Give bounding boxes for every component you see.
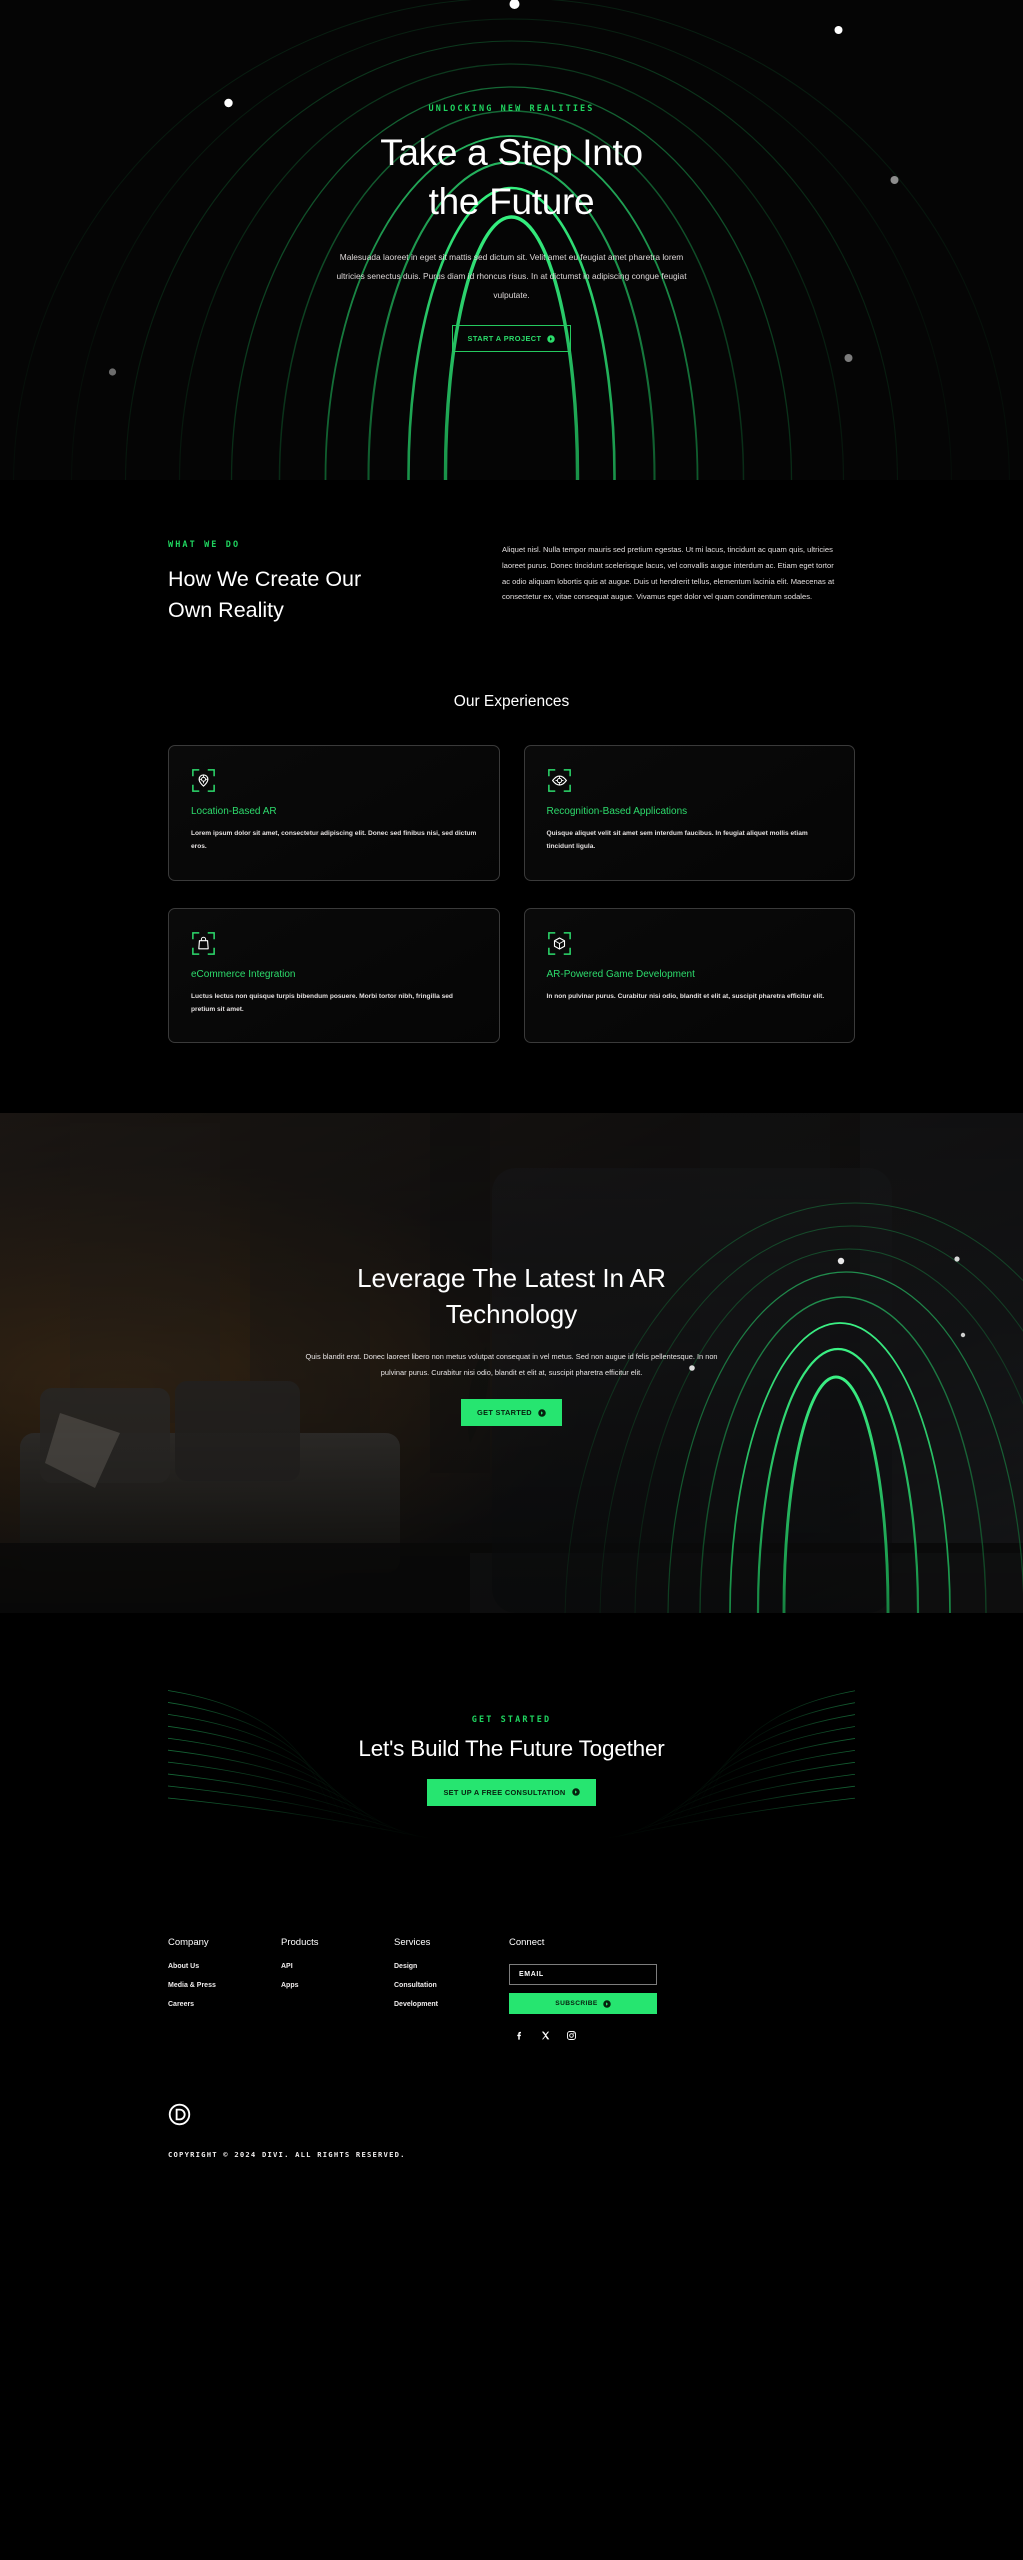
cta-eyebrow: GET STARTED: [471, 1714, 552, 1725]
copyright-text: COPYRIGHT © 2024 DIVI. ALL RIGHTS RESERV…: [168, 2150, 406, 2160]
subscribe-button[interactable]: SUBSCRIBE: [509, 1993, 657, 2015]
experience-card-desc: Lorem ipsum dolor sit amet, consectetur …: [191, 830, 477, 850]
arrow-circle-right-icon: [547, 334, 556, 343]
get-started-button[interactable]: GET STARTED: [461, 1399, 562, 1426]
arrow-circle-right-icon: [602, 2000, 611, 2008]
experience-card[interactable]: Location-Based AR Lorem ipsum dolor sit …: [168, 745, 500, 881]
footer-link-development[interactable]: Development: [394, 2001, 507, 2008]
cta-section: GET STARTED Let's Build The Future Toget…: [0, 1613, 1023, 1840]
experience-card[interactable]: Recognition-Based Applications Quisque a…: [523, 745, 855, 881]
footer-bottom: COPYRIGHT © 2024 DIVI. ALL RIGHTS RESERV…: [0, 2041, 1023, 2159]
ar-section-content: Leverage The Latest In AR Technology Qui…: [0, 1261, 1023, 1426]
social-links: [509, 2030, 659, 2041]
x-twitter-icon[interactable]: [540, 2030, 551, 2041]
experiences-grid: Location-Based AR Lorem ipsum dolor sit …: [168, 745, 855, 1044]
location-pin-scan-icon: [191, 768, 216, 793]
footer-column-title: Services: [394, 1937, 431, 1949]
experience-card-desc: In non pulvinar purus. Curabitur nisi od…: [546, 992, 825, 1000]
what-we-do-title-line1: How We Create Our: [168, 567, 362, 591]
what-we-do-section: WHAT WE DO How We Create Our Own Reality…: [0, 480, 1023, 625]
experience-card-desc: Quisque aliquet velit sit amet sem inter…: [546, 830, 808, 850]
subscribe-label: SUBSCRIBE: [555, 2000, 598, 2008]
what-we-do-title-line2: Own Reality: [168, 597, 284, 622]
instagram-icon[interactable]: [566, 2030, 577, 2041]
email-input[interactable]: [509, 1964, 657, 1986]
experience-card-title: eCommerce Integration: [191, 968, 296, 980]
hero-title-line1: Take a Step Into: [380, 132, 643, 173]
start-a-project-label: START A PROJECT: [467, 334, 542, 344]
arrow-circle-right-icon: [571, 1788, 580, 1797]
footer-column-title: Company: [168, 1937, 209, 1949]
set-up-free-consultation-button[interactable]: SET UP A FREE CONSULTATION: [427, 1778, 596, 1806]
footer-column-company: Company About Us Media & Press Careers: [168, 1937, 281, 2041]
shopping-bag-scan-icon: [191, 931, 216, 956]
hero-paragraph: Malesuada laoreet in eget sit mattis sed…: [336, 252, 687, 301]
hero-title: Take a Step Into the Future: [380, 128, 643, 226]
experience-card[interactable]: AR-Powered Game Development In non pulvi…: [523, 907, 855, 1044]
ar-section-title: Leverage The Latest In AR Technology: [302, 1261, 722, 1333]
cta-content: GET STARTED Let's Build The Future Toget…: [358, 1714, 665, 1806]
footer-column-title: Products: [281, 1937, 319, 1949]
what-we-do-left: WHAT WE DO How We Create Our Own Reality: [168, 540, 448, 625]
footer-link-about-us[interactable]: About Us: [168, 1963, 281, 1970]
ar-title-line1: Leverage The Latest In AR: [357, 1263, 666, 1294]
experience-card[interactable]: eCommerce Integration Luctus lectus non …: [168, 907, 500, 1044]
ar-cta-wrapper: GET STARTED: [461, 1399, 562, 1426]
ar-section-paragraph: Quis blandit erat. Donec laoreet libero …: [305, 1352, 718, 1378]
ar-title-line2: Technology: [445, 1299, 578, 1330]
footer-column-products: Products API Apps: [281, 1937, 394, 2041]
set-up-free-consultation-label: SET UP A FREE CONSULTATION: [443, 1787, 566, 1797]
experiences-heading: Our Experiences: [453, 693, 570, 711]
cube-scan-icon: [547, 931, 572, 956]
get-started-label: GET STARTED: [477, 1408, 532, 1417]
footer-link-api[interactable]: API: [281, 1963, 394, 1970]
experience-card-title: Location-Based AR: [191, 806, 277, 818]
footer-link-careers[interactable]: Careers: [168, 2001, 281, 2008]
footer: Company About Us Media & Press Careers P…: [0, 1839, 1023, 2041]
footer-link-apps[interactable]: Apps: [281, 1982, 394, 1989]
hero-title-line2: the Future: [428, 181, 595, 223]
arrow-circle-right-icon: [538, 1408, 546, 1417]
footer-link-design[interactable]: Design: [394, 1963, 507, 1970]
what-we-do-eyebrow: WHAT WE DO: [168, 540, 241, 550]
what-we-do-paragraph: Aliquet nisl. Nulla tempor mauris sed pr…: [502, 545, 835, 602]
eye-scan-icon: [547, 768, 572, 793]
footer-link-consultation[interactable]: Consultation: [394, 1982, 507, 1989]
cta-panel: GET STARTED Let's Build The Future Toget…: [168, 1681, 855, 1840]
facebook-icon[interactable]: [514, 2030, 525, 2041]
divi-logo-icon[interactable]: [168, 2103, 191, 2126]
experience-card-title: AR-Powered Game Development: [546, 968, 695, 980]
hero-eyebrow: UNLOCKING NEW REALITIES: [428, 104, 595, 114]
experiences-section: Our Experiences Location-Based AR Lorem …: [0, 625, 1023, 1044]
experience-card-title: Recognition-Based Applications: [546, 806, 688, 818]
cta-button-wrapper: SET UP A FREE CONSULTATION: [427, 1778, 596, 1806]
experience-card-desc: Luctus lectus non quisque turpis bibendu…: [191, 992, 453, 1013]
hero-content: UNLOCKING NEW REALITIES Take a Step Into…: [0, 0, 1023, 353]
footer-link-media-press[interactable]: Media & Press: [168, 1982, 281, 1989]
start-a-project-button[interactable]: START A PROJECT: [451, 325, 572, 353]
footer-column-services: Services Design Consultation Development: [394, 1937, 507, 2041]
ar-technology-section: Leverage The Latest In AR Technology Qui…: [0, 1113, 1023, 1614]
cta-title: Let's Build The Future Together: [358, 1735, 665, 1761]
footer-column-connect: Connect SUBSCRIBE: [509, 1937, 659, 2041]
footer-column-title: Connect: [509, 1937, 545, 1949]
what-we-do-title: How We Create Our Own Reality: [168, 564, 448, 625]
hero-section: UNLOCKING NEW REALITIES Take a Step Into…: [0, 0, 1023, 480]
